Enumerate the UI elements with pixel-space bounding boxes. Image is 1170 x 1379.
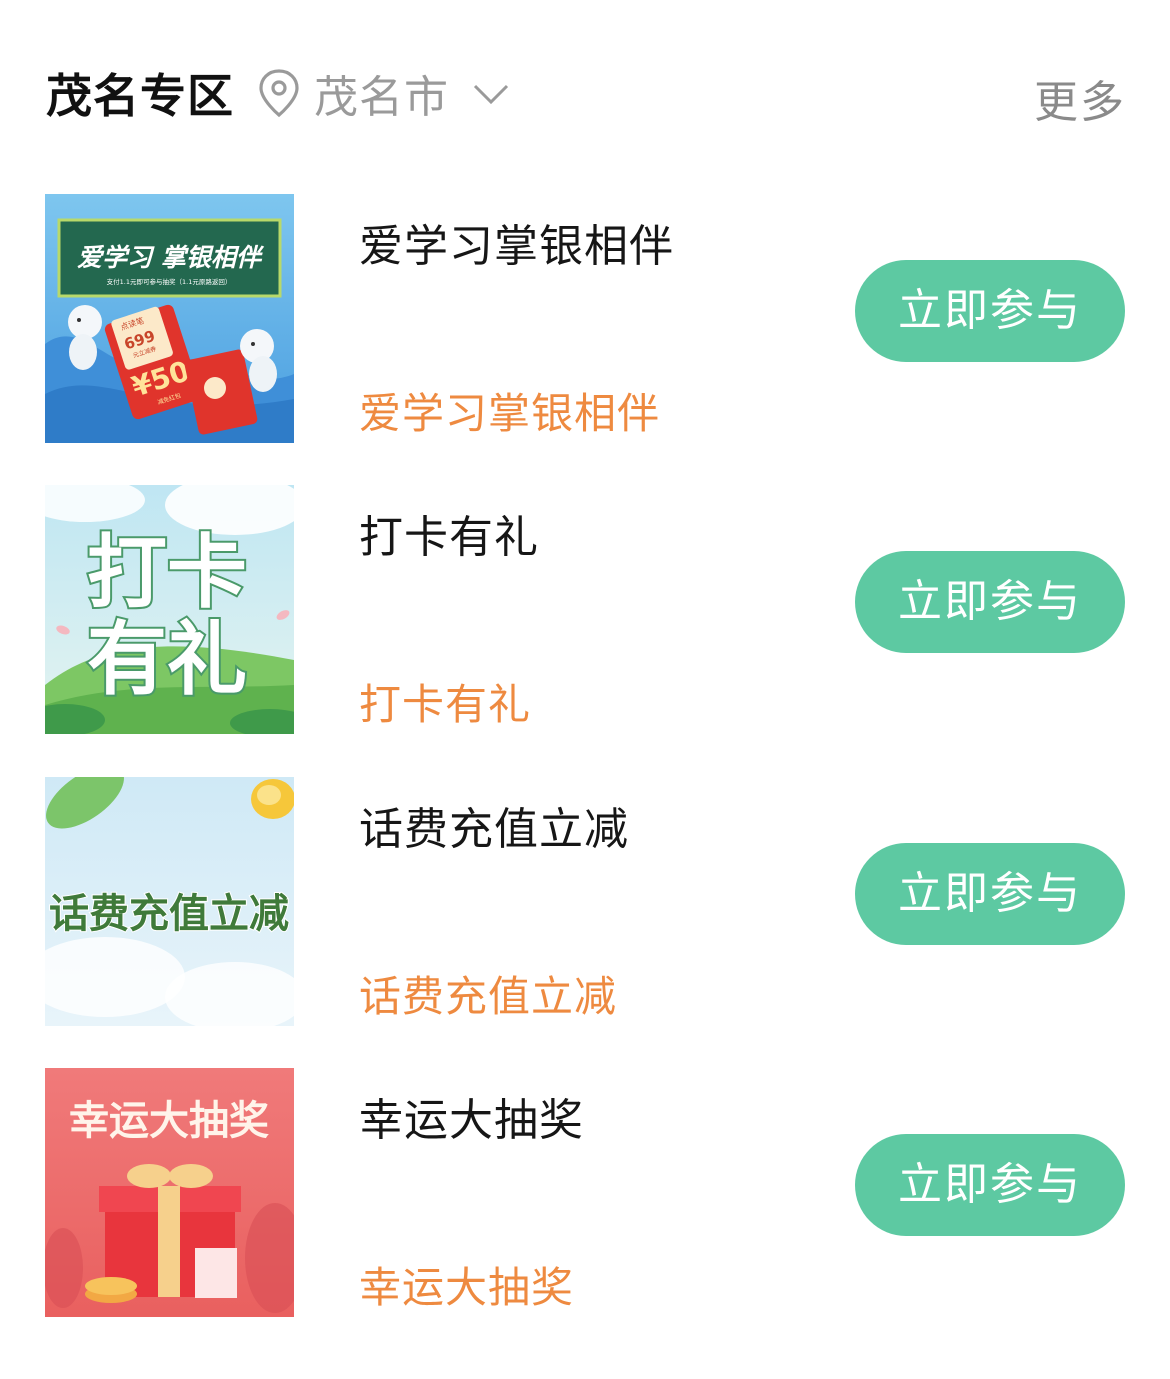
activity-subtitle: 爱学习掌银相伴 (359, 389, 661, 438)
banner-recharge-title: 话费充值立减 (49, 891, 289, 937)
activity-subtitle: 幸运大抽奖 (359, 1263, 575, 1312)
activity-item[interactable]: 话费充值立减 话费充值立减 话费充值立减 立即参与 (45, 777, 1127, 1027)
join-button[interactable]: 立即参与 (855, 843, 1125, 945)
join-button[interactable]: 立即参与 (855, 551, 1125, 653)
activity-item[interactable]: 幸运大抽奖 幸运大抽奖 幸运大抽奖 立即参与 (45, 1068, 1127, 1318)
activity-banner-recharge[interactable]: 话费充值立减 (45, 777, 294, 1026)
banner-study-caption: 支付1.1元即可参与抽奖（1.1元原路返回） (107, 277, 232, 286)
activity-name: 爱学习掌银相伴 (359, 221, 674, 272)
activity-banner-lottery[interactable]: 幸运大抽奖 (45, 1068, 294, 1317)
activity-name: 打卡有礼 (359, 512, 539, 563)
activity-name: 幸运大抽奖 (359, 1095, 584, 1146)
banner-checkin-line1: 打卡 (87, 526, 247, 619)
banner-lottery-title: 幸运大抽奖 (69, 1098, 269, 1144)
banner-study-title: 爱学习 掌银相伴 (77, 243, 265, 272)
activity-banner-study[interactable]: 爱学习 掌银相伴 支付1.1元即可参与抽奖（1.1元原路返回） 点读笔 699 … (45, 194, 294, 443)
activity-item[interactable]: 爱学习 掌银相伴 支付1.1元即可参与抽奖（1.1元原路返回） 点读笔 699 … (45, 194, 1127, 444)
banner-checkin-line2: 有礼 (87, 613, 247, 706)
join-button[interactable]: 立即参与 (855, 1134, 1125, 1236)
activity-list: 爱学习 掌银相伴 支付1.1元即可参与抽奖（1.1元原路返回） 点读笔 699 … (0, 0, 1170, 1379)
activity-subtitle: 话费充值立减 (359, 972, 618, 1021)
join-button[interactable]: 立即参与 (855, 260, 1125, 362)
activity-banner-checkin[interactable]: 打卡 有礼 (45, 485, 294, 734)
activity-name: 话费充值立减 (359, 804, 629, 855)
activity-item[interactable]: 打卡 有礼 打卡有礼 打卡有礼 立即参与 (45, 485, 1127, 735)
activity-subtitle: 打卡有礼 (359, 680, 532, 729)
